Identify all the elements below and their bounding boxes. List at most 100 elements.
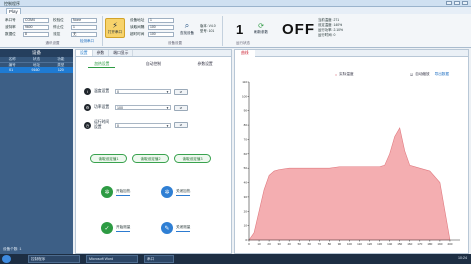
check-port-link[interactable]: 检测串口: [80, 39, 94, 44]
open-port-label: 打开串口: [108, 30, 122, 34]
y-tick-label: 30: [244, 195, 248, 199]
info-icon: i: [84, 88, 91, 95]
runtime-apply-button[interactable]: ⇄: [174, 122, 188, 128]
search-device-button[interactable]: ⌕ 查找设备: [178, 18, 196, 38]
tab-settings[interactable]: 设置: [76, 50, 93, 56]
x-tick-label: 20: [267, 242, 271, 246]
stop-measure-button[interactable]: ✎ 关闭测量: [161, 222, 191, 234]
refresh-params-button[interactable]: ⟳ 刷新参数: [252, 18, 270, 38]
x-tick-label: 180: [427, 242, 432, 246]
parity-input[interactable]: None: [71, 18, 97, 23]
start-icon[interactable]: [2, 255, 11, 263]
timeout-input[interactable]: 100: [148, 32, 174, 37]
chevron-down-icon: ▼: [166, 106, 169, 110]
x-tick-label: 190: [437, 242, 442, 246]
address-input[interactable]: 1: [148, 18, 174, 23]
subtab-heating[interactable]: 加热设置: [88, 61, 116, 68]
y-tick-label: 10: [244, 224, 248, 228]
pen-icon: ✎: [161, 222, 173, 234]
device-count: 设备个数: 1: [3, 247, 22, 251]
param-interval: 读取间隔 100: [130, 25, 174, 30]
taskbar-item-word[interactable]: Microsoft Word: [86, 255, 138, 263]
stop-heating-button[interactable]: ✲ 关闭加热: [161, 186, 191, 198]
x-tick-label: 140: [387, 242, 392, 246]
fan-icon: ✲: [101, 186, 113, 198]
start-measure-button[interactable]: ✓ 开始测量: [101, 222, 131, 234]
subtab-param[interactable]: 参数设置: [192, 61, 219, 68]
x-tick-label: 80: [328, 242, 332, 246]
temperature-apply-button[interactable]: ⇄: [174, 88, 188, 95]
ribbon-group-device: 设备地址 1 读取间隔 100 超时时间 100 ⌕ 查找设备 版本: V4.0…: [128, 16, 223, 46]
interval-input[interactable]: 100: [148, 25, 174, 30]
runtime-control: ◷ 运行时间设置 0 ▼ ⇄: [84, 120, 188, 130]
temperature-control: i 温度设置 0 ▼ ⇄: [84, 88, 188, 95]
x-tick-label: 160: [407, 242, 412, 246]
y-tick-label: 70: [244, 137, 248, 141]
minimize-button[interactable]: [446, 1, 452, 5]
x-tick-label: 0: [248, 242, 250, 246]
x-tick-label: 30: [277, 242, 281, 246]
refresh-icon: ⟳: [258, 22, 264, 30]
app-window: 控制程序 Play 串口号 COM4 波特率 9600 数据位 8 校验位 No…: [0, 0, 471, 264]
start-heating-button[interactable]: ✲ 开始加热: [101, 186, 131, 198]
subtab-auto[interactable]: 自动控制: [140, 61, 167, 68]
clock-icon: ◷: [84, 121, 91, 129]
tab-curve[interactable]: 曲线: [235, 50, 255, 57]
device-row[interactable]: 01 9160 120: [0, 67, 73, 73]
device-sidebar: 设备 名称 状态 功能 编号 地址 类型 01 9160 120 设备个数: 1: [0, 49, 73, 254]
group-label-status: 运行状态: [236, 41, 250, 45]
runtime-select[interactable]: 0 ▼: [115, 122, 171, 128]
param-port: 串口号 COM4: [5, 18, 49, 23]
temperature-series-area: [248, 127, 451, 241]
menu-bar: Play: [0, 7, 471, 15]
group-label-device: 设备设置: [168, 41, 182, 45]
y-tick-label: 90: [244, 109, 248, 113]
x-tick-label: 170: [417, 242, 422, 246]
close-button[interactable]: [462, 1, 468, 5]
flow-input[interactable]: 无: [71, 32, 97, 37]
x-tick-label: 130: [377, 242, 382, 246]
title-bar: 控制程序: [0, 0, 471, 7]
stopbits-input[interactable]: 1: [71, 25, 97, 30]
chart-panel: 曲线 ○ 实际温度 ☑ 自动缩放 导出数据 0 10 20 30 40 50 60 70 80 9…: [234, 49, 469, 254]
x-tick-label: 150: [397, 242, 402, 246]
databits-input[interactable]: 8: [23, 32, 49, 37]
maximize-button[interactable]: [454, 1, 460, 5]
y-tick-label: 40: [244, 181, 248, 185]
search-device-label: 查找设备: [180, 30, 194, 35]
y-tick-label: 20: [244, 209, 248, 213]
x-tick-label: 120: [367, 242, 372, 246]
x-tick-label: 60: [308, 242, 312, 246]
x-tick-label: 110: [357, 242, 362, 246]
x-tick-label: 100: [347, 242, 352, 246]
param-parity: 校验位 None: [53, 18, 97, 23]
y-tick-label: 60: [244, 152, 248, 156]
baud-input[interactable]: 9600: [23, 25, 49, 30]
param-databits: 数据位 8: [5, 32, 49, 37]
tab-port-display[interactable]: 端口显示: [109, 50, 134, 56]
tab-params[interactable]: 参数: [93, 50, 110, 56]
taskbar-clock: 10:24: [458, 256, 467, 260]
x-tick-label: 10: [257, 242, 261, 246]
taskbar-item-serial[interactable]: 串口: [144, 255, 174, 263]
y-tick-label: 80: [244, 123, 248, 127]
temperature-select[interactable]: 0 ▼: [115, 89, 171, 94]
power-apply-button[interactable]: ⇄: [174, 104, 188, 111]
fan-icon: ✲: [161, 186, 173, 198]
temperature-chart: 0 10 20 30 40 50 60 70 80 90 100 110 0 10 20 30 40 50 60 70…: [242, 80, 460, 246]
sidebar-header-row: 名称 状态 功能: [0, 57, 73, 62]
open-port-button[interactable]: ⚡ 打开串口: [105, 18, 125, 38]
x-tick-label: 70: [318, 242, 322, 246]
check-icon: ✓: [101, 222, 113, 234]
read-value-2-button[interactable]: 读取设定值2: [132, 154, 169, 163]
ribbon: 串口号 COM4 波特率 9600 数据位 8 校验位 None 停止位 1 流…: [0, 14, 471, 48]
read-value-1-button[interactable]: 读取设定值1: [90, 154, 127, 163]
state-indicator: OFF: [282, 21, 315, 38]
read-value-3-button[interactable]: 读取设定值3: [174, 154, 211, 163]
port-input[interactable]: COM4: [23, 18, 49, 23]
chevron-down-icon: ▼: [166, 90, 169, 94]
power-control: ⚙ 功率设置 100 ▼ ⇄: [84, 104, 188, 111]
plug-icon: ⚡: [112, 21, 118, 30]
taskbar-item-app[interactable]: 控制程序: [28, 255, 80, 263]
power-select[interactable]: 100 ▼: [115, 105, 171, 110]
